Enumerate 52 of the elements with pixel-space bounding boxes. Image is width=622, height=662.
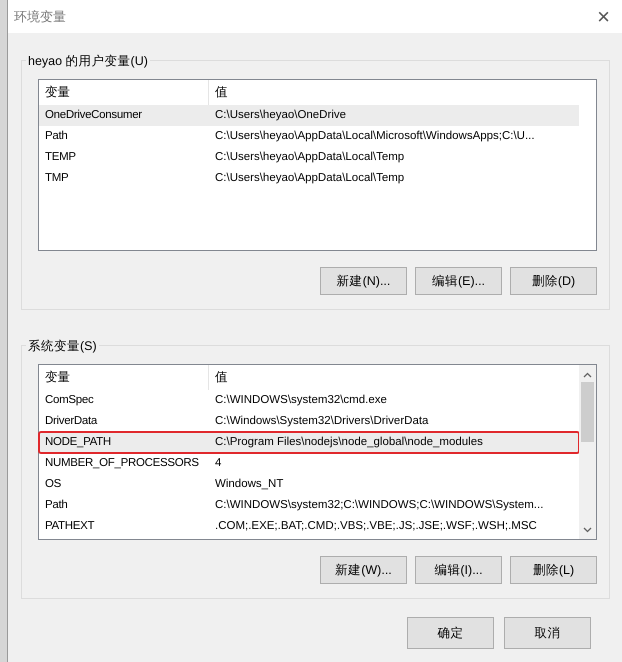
variable-name: DriverData bbox=[44, 414, 98, 429]
list-row[interactable]: OneDriveConsumer C:\Users\heyao\OneDrive bbox=[39, 105, 579, 126]
group-title: heyao 的用户变量(U) bbox=[26, 52, 150, 71]
scrollbar[interactable] bbox=[579, 365, 596, 539]
variable-value: Windows_NT bbox=[214, 476, 284, 492]
variable-value: C:\Windows\System32\Drivers\DriverData bbox=[214, 414, 430, 429]
variable-value: C:\WINDOWS\system32;C:\WINDOWS;C:\WINDOWS\System... bbox=[214, 498, 544, 513]
column-header[interactable]: 值 bbox=[209, 365, 579, 390]
window-title: 环境变量 bbox=[14, 8, 66, 26]
list-row[interactable]: OS Windows_NT bbox=[39, 474, 579, 495]
close-button[interactable]: × bbox=[593, 6, 614, 28]
list-row[interactable]: NODE_PATH C:\Program Files\nodejs\node_global\node_modules bbox=[39, 432, 579, 453]
action-button[interactable]: 编辑(I)... bbox=[415, 556, 502, 584]
action-button[interactable]: 删除(D) bbox=[510, 267, 597, 295]
dialog-button[interactable]: 确定 bbox=[407, 617, 494, 649]
variable-name: TMP bbox=[44, 170, 70, 186]
variable-name: TEMP bbox=[44, 150, 77, 165]
variable-value: C:\WINDOWS\system32\cmd.exe bbox=[214, 392, 388, 408]
variable-name: Path bbox=[44, 498, 68, 513]
variable-name: OneDriveConsumer bbox=[44, 108, 143, 123]
action-button[interactable]: 新建(N)... bbox=[320, 267, 407, 295]
variable-value: C:\Users\heyao\AppData\Local\Temp bbox=[214, 170, 406, 186]
list-row[interactable]: DriverData C:\Windows\System32\Drivers\DriverData bbox=[39, 411, 579, 432]
scroll-thumb[interactable] bbox=[581, 382, 594, 442]
list-row[interactable]: Path C:\Users\heyao\AppData\Local\Microsoft\WindowsApps;C:\U... bbox=[39, 126, 579, 147]
list-row[interactable]: ComSpec C:\WINDOWS\system32\cmd.exe bbox=[39, 390, 579, 411]
column-header[interactable]: 变量 bbox=[39, 365, 209, 390]
variable-value: C:\Program Files\nodejs\node_global\node_modules bbox=[214, 434, 484, 450]
scroll-up-icon[interactable] bbox=[583, 372, 592, 378]
action-button[interactable]: 删除(L) bbox=[510, 556, 597, 584]
variable-value: C:\Users\heyao\AppData\Local\Microsoft\WindowsApps;C:\U... bbox=[214, 128, 536, 144]
variable-name: PATHEXT bbox=[44, 518, 96, 534]
variable-value: .COM;.EXE;.BAT;.CMD;.VBS;.VBE;.JS;.JSE;.WSF;.WSH;.MSC bbox=[214, 518, 538, 534]
list-row[interactable]: TEMP C:\Users\heyao\AppData\Local\Temp bbox=[39, 147, 579, 168]
list-row[interactable]: PATHEXT .COM;.EXE;.BAT;.CMD;.VBS;.VBE;.JS;.JSE;.WSF;.WSH;.MSC bbox=[39, 516, 579, 537]
column-header[interactable]: 值 bbox=[209, 80, 579, 105]
variable-name: OS bbox=[44, 476, 62, 492]
list-row[interactable]: Path C:\WINDOWS\system32;C:\WINDOWS;C:\WINDOWS\System... bbox=[39, 495, 579, 516]
variable-name: Path bbox=[44, 128, 68, 144]
scroll-down-icon[interactable] bbox=[583, 527, 592, 533]
list-row[interactable]: NUMBER_OF_PROCESSORS 4 bbox=[39, 453, 579, 474]
group-title: 系统变量(S) bbox=[26, 337, 99, 356]
action-button[interactable]: 编辑(E)... bbox=[415, 267, 502, 295]
variable-name: ComSpec bbox=[44, 392, 94, 408]
variable-name: NUMBER_OF_PROCESSORS bbox=[44, 456, 200, 471]
variable-value: 4 bbox=[214, 456, 222, 471]
action-button[interactable]: 新建(W)... bbox=[320, 556, 407, 584]
variable-value: C:\Users\heyao\AppData\Local\Temp bbox=[214, 150, 406, 165]
list-row[interactable]: TMP C:\Users\heyao\AppData\Local\Temp bbox=[39, 168, 579, 189]
variable-name: NODE_PATH bbox=[44, 434, 112, 450]
dialog-button[interactable]: 取消 bbox=[504, 617, 591, 649]
variable-value: C:\Users\heyao\OneDrive bbox=[214, 108, 348, 123]
